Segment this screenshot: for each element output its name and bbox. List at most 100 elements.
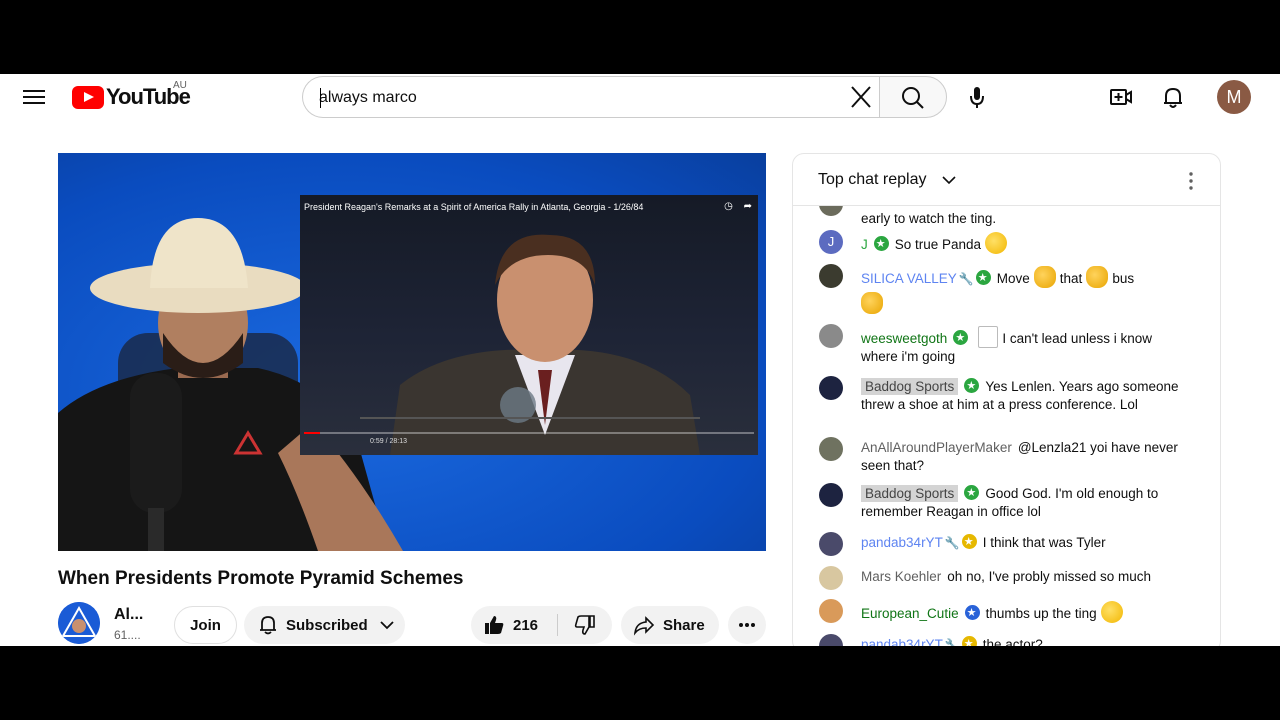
author-name[interactable]: pandab34rYT [861, 637, 943, 646]
author-avatar[interactable]: J [819, 230, 843, 254]
account-avatar[interactable]: M [1217, 80, 1251, 114]
embedded-controls-top: ◷ ➦ [724, 201, 752, 212]
message-text: So true Panda [894, 237, 982, 252]
author-name[interactable]: pandab34rYT [861, 535, 943, 550]
speaker-figure [360, 234, 700, 455]
chevron-down-icon[interactable] [940, 171, 958, 189]
author-name[interactable]: Mars Koehler [861, 569, 941, 584]
message-text: the actor? [982, 637, 1043, 646]
author-name[interactable]: European_Cutie [861, 606, 959, 621]
clapping-emoji-icon [1086, 266, 1109, 288]
more-vertical-icon [1189, 172, 1193, 190]
moderator-wrench-icon: 🔧 [944, 638, 960, 646]
author-name[interactable]: weesweetgoth [861, 331, 947, 346]
member-badge-icon [961, 533, 977, 551]
author-avatar[interactable] [819, 566, 843, 590]
clear-search-button[interactable] [848, 85, 874, 109]
author-avatar[interactable] [819, 264, 843, 288]
notifications-button[interactable] [1160, 84, 1186, 110]
region-code: AU [173, 80, 187, 91]
author-avatar[interactable] [819, 532, 843, 556]
member-badge-icon [873, 235, 889, 253]
guide-menu-button[interactable] [22, 86, 46, 108]
masthead: YouTube AU M [0, 74, 1280, 120]
subscribed-button[interactable]: Subscribed [244, 606, 405, 644]
memo-emoji-icon [978, 326, 999, 348]
voice-search-button[interactable] [963, 83, 991, 111]
message-text: thumbs up the ting [985, 606, 1097, 621]
search-box[interactable] [302, 76, 880, 118]
like-count: 216 [513, 616, 539, 634]
share-button[interactable]: Share [621, 606, 719, 644]
channel-avatar[interactable] [58, 602, 100, 644]
chat-messages[interactable]: early to watch the ting. J J So true Pand… [793, 206, 1220, 646]
member-badge-icon [953, 329, 969, 347]
letterbox-bottom [0, 646, 1280, 720]
dislike-button[interactable] [558, 606, 612, 644]
chat-mode-selector[interactable]: Top chat replay [818, 171, 927, 189]
author-avatar[interactable] [819, 437, 843, 461]
subscribed-label: Subscribed [286, 616, 368, 634]
embedded-progress-fill [304, 432, 320, 434]
more-horizontal-icon [739, 623, 755, 627]
join-button[interactable]: Join [174, 606, 237, 644]
clock-icon: ◷ [724, 201, 733, 212]
search-icon [902, 87, 924, 109]
join-label: Join [190, 616, 221, 634]
author-avatar[interactable] [819, 483, 843, 507]
member-badge-icon [961, 635, 977, 646]
more-actions-button[interactable] [728, 606, 766, 644]
thumbs-up-icon [485, 616, 504, 634]
clapping-emoji-icon [861, 292, 883, 314]
youtube-play-icon [72, 85, 104, 109]
search-input[interactable] [319, 87, 839, 109]
author-avatar[interactable] [819, 599, 843, 623]
author-name[interactable]: J [861, 237, 868, 252]
moderator-wrench-icon: 🔧 [944, 536, 960, 550]
author-avatar[interactable] [819, 324, 843, 348]
laughing-emoji-icon [985, 232, 1008, 254]
like-button[interactable]: 216 [471, 606, 557, 644]
author-name[interactable]: SILICA VALLEY [861, 271, 957, 286]
bell-icon [260, 616, 276, 635]
share-icon [633, 616, 655, 636]
message-text-3: bus [1112, 271, 1135, 286]
author-name[interactable]: AnAllAroundPlayerMaker [861, 440, 1012, 455]
close-icon [851, 86, 871, 108]
search-button[interactable] [879, 76, 947, 118]
letterbox-top [0, 0, 1280, 74]
subscriber-count: 61.... [114, 628, 141, 642]
chat-header: Top chat replay [793, 154, 1220, 206]
share-label: Share [663, 616, 705, 634]
chat-menu-button[interactable] [1179, 169, 1203, 193]
video-add-icon [1110, 89, 1132, 105]
live-chat-panel: Top chat replay early to watch the ting.… [792, 153, 1221, 646]
message-text: oh no, I've probly missed so much [947, 569, 1151, 584]
author-avatar[interactable] [819, 206, 843, 216]
message-text: Move [996, 271, 1030, 286]
thumbs-down-icon [574, 615, 595, 635]
embedded-progress-bar [304, 432, 754, 434]
video-title: When Presidents Promote Pyramid Schemes [58, 568, 464, 589]
author-name[interactable]: Baddog Sports [861, 485, 959, 502]
author-avatar[interactable] [819, 634, 843, 646]
create-button[interactable] [1108, 84, 1134, 110]
message-text: I think that was Tyler [982, 535, 1106, 550]
channel-logo-icon [58, 602, 100, 644]
member-badge-icon [975, 269, 991, 287]
embedded-video-title: President Reagan's Remarks at a Spirit o… [304, 202, 644, 212]
author-name[interactable]: Baddog Sports [861, 378, 959, 395]
author-avatar[interactable] [819, 376, 843, 400]
member-badge-icon [964, 604, 980, 622]
channel-name[interactable]: Al... [114, 606, 143, 624]
moderator-wrench-icon: 🔧 [958, 272, 974, 286]
embedded-video: President Reagan's Remarks at a Spirit o… [300, 195, 758, 455]
member-badge-icon [964, 484, 980, 502]
clapping-emoji-icon [1033, 266, 1056, 288]
youtube-app: YouTube AU M [0, 74, 1280, 646]
text-caret [320, 88, 321, 108]
like-dislike-group: 216 [471, 606, 612, 644]
smile-emoji-icon [1100, 601, 1123, 623]
video-player[interactable]: President Reagan's Remarks at a Spirit o… [58, 153, 766, 551]
embedded-time: 0:59 / 28:13 [370, 438, 407, 445]
